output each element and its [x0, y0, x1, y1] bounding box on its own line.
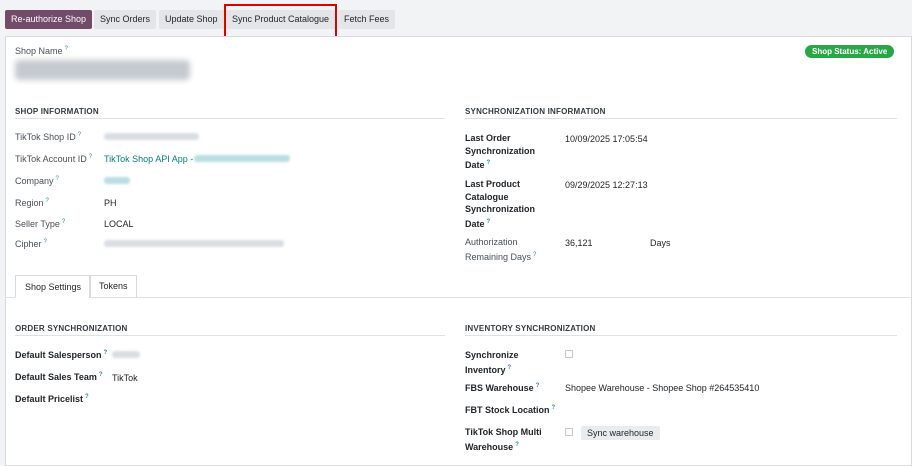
- authorization-remaining-days-value: 36,121: [565, 238, 593, 248]
- help-icon[interactable]: ?: [44, 239, 47, 245]
- help-icon[interactable]: ?: [104, 350, 108, 356]
- synchronize-inventory-label: Synchronize Inventory?: [465, 350, 519, 375]
- seller-type-label: Seller Type?: [15, 219, 66, 229]
- cipher-value[interactable]: [104, 240, 284, 247]
- section-divider: [465, 118, 897, 119]
- inventory-synchronization-title: INVENTORY SYNCHRONIZATION: [465, 324, 596, 333]
- help-icon[interactable]: ?: [46, 198, 49, 204]
- synchronization-information-title: SYNCHRONIZATION INFORMATION: [465, 107, 606, 116]
- shop-name-value[interactable]: [15, 60, 190, 80]
- help-icon[interactable]: ?: [536, 383, 540, 389]
- section-divider: [15, 335, 445, 336]
- default-sales-team-label: Default Sales Team?: [15, 372, 103, 382]
- region-label: Region?: [15, 198, 49, 208]
- section-divider: [465, 335, 897, 336]
- tiktok-shop-id-label: TikTok Shop ID?: [15, 132, 82, 142]
- sync-orders-button[interactable]: Sync Orders: [94, 10, 157, 29]
- cipher-label: Cipher?: [15, 239, 47, 249]
- tiktok-account-id-label: TikTok Account ID?: [15, 154, 93, 164]
- help-icon[interactable]: ?: [78, 132, 81, 138]
- default-sales-team-value[interactable]: TikTok: [112, 373, 138, 383]
- help-icon[interactable]: ?: [508, 365, 512, 371]
- help-icon[interactable]: ?: [487, 219, 491, 225]
- help-icon[interactable]: ?: [99, 372, 103, 378]
- synchronize-inventory-checkbox[interactable]: [565, 350, 573, 358]
- multi-warehouse-checkbox[interactable]: [565, 428, 573, 436]
- region-value[interactable]: PH: [104, 198, 117, 208]
- tab-tokens-border: [89, 275, 137, 298]
- highlight-box: [224, 4, 337, 39]
- fbt-stock-location-label: FBT Stock Location?: [465, 405, 556, 415]
- tab-shop-settings[interactable]: Shop Settings: [15, 275, 92, 298]
- reauthorize-shop-button[interactable]: Re-authorize Shop: [5, 10, 93, 29]
- seller-type-value[interactable]: LOCAL: [104, 219, 134, 229]
- order-synchronization-title: ORDER SYNCHRONIZATION: [15, 324, 128, 333]
- last-order-sync-value: 10/09/2025 17:05:54: [565, 134, 648, 144]
- company-value[interactable]: [104, 177, 130, 184]
- help-icon[interactable]: ?: [552, 405, 556, 411]
- fbs-warehouse-label: FBS Warehouse?: [465, 383, 540, 393]
- last-order-sync-label: Last Order Synchronization Date?: [465, 133, 536, 170]
- update-shop-button[interactable]: Update Shop: [159, 10, 224, 29]
- shop-name-label: Shop Name?: [15, 46, 68, 56]
- default-salesperson-label: Default Salesperson?: [15, 350, 108, 360]
- fbs-warehouse-value[interactable]: Shopee Warehouse - Shopee Shop #26453541…: [565, 383, 759, 393]
- tiktok-account-id-value[interactable]: [194, 155, 290, 162]
- help-icon[interactable]: ?: [65, 46, 68, 52]
- tiktok-shop-multi-warehouse-label: TikTok Shop Multi Warehouse?: [465, 427, 542, 452]
- form-sheet: [5, 36, 912, 466]
- default-pricelist-label: Default Pricelist?: [15, 394, 89, 404]
- help-icon[interactable]: ?: [515, 442, 519, 448]
- help-icon[interactable]: ?: [62, 219, 65, 225]
- tabs-divider: [6, 297, 911, 298]
- help-icon[interactable]: ?: [85, 394, 89, 400]
- section-divider: [15, 118, 445, 119]
- tiktok-shop-id-value[interactable]: [104, 133, 199, 140]
- default-salesperson-value[interactable]: [112, 351, 140, 358]
- fetch-fees-button[interactable]: Fetch Fees: [338, 10, 396, 29]
- authorization-remaining-days-label: Authorization Remaining Days?: [465, 237, 537, 262]
- help-icon[interactable]: ?: [56, 176, 59, 182]
- shop-information-title: SHOP INFORMATION: [15, 107, 99, 116]
- help-icon[interactable]: ?: [487, 160, 491, 166]
- authorization-days-unit: Days: [650, 238, 671, 248]
- help-icon[interactable]: ?: [89, 154, 92, 160]
- last-catalogue-sync-value: 09/29/2025 12:27:13: [565, 180, 648, 190]
- last-catalogue-sync-label: Last Product Catalogue Synchronization D…: [465, 179, 536, 229]
- tiktok-account-id-link[interactable]: TikTok Shop API App -: [104, 154, 193, 164]
- sync-warehouse-button[interactable]: Sync warehouse: [581, 426, 660, 440]
- company-label: Company?: [15, 176, 59, 186]
- help-icon[interactable]: ?: [533, 252, 536, 258]
- shop-status-badge: Shop Status: Active: [805, 45, 895, 58]
